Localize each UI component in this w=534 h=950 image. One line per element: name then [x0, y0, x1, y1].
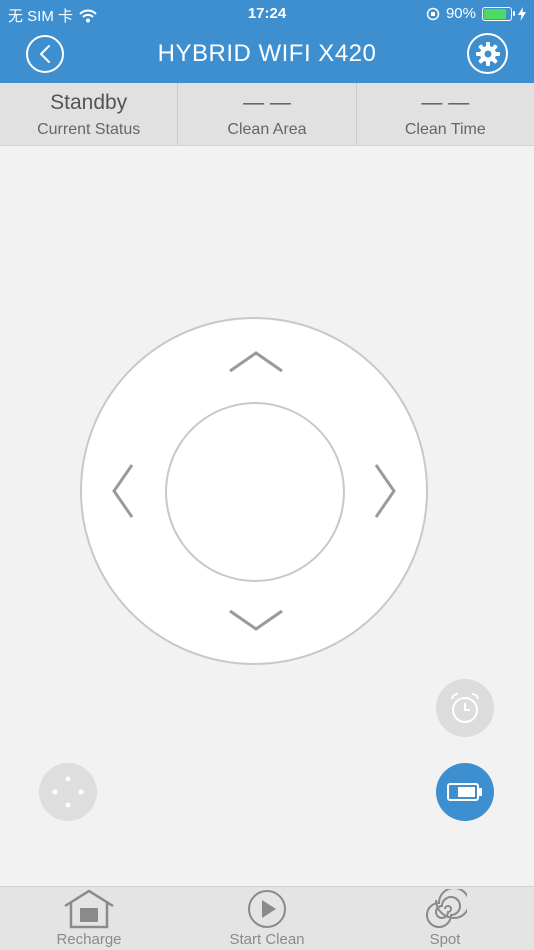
spiral-icon [426, 889, 467, 928]
gear-icon [475, 41, 500, 66]
orientation-lock-icon [426, 7, 440, 20]
status-panel: Standby Current Status — — Clean Area — … [0, 83, 534, 146]
home-dock-icon [64, 889, 114, 929]
current-status-cell: Standby Current Status [0, 83, 179, 145]
direction-pad [80, 317, 428, 665]
four-dots-icon [52, 776, 84, 808]
tab-start-clean[interactable]: Start Clean [178, 887, 356, 950]
battery-percent: 90% [445, 5, 476, 22]
clean-area-cell: — — Clean Area [178, 83, 357, 145]
battery-status-button[interactable] [436, 763, 494, 821]
battery-icon [447, 783, 482, 801]
clean-time-label: Clean Time [404, 121, 486, 138]
arrow-left-icon[interactable] [110, 463, 136, 519]
tab-recharge-label: Recharge [56, 931, 122, 948]
battery-icon [482, 6, 515, 21]
dpad-center-button[interactable] [165, 402, 345, 582]
status-bar: 无 SIM 卡 17:24 90% [0, 0, 534, 28]
clean-time-value: — — [421, 91, 470, 114]
cleaning-mode-button[interactable] [39, 763, 97, 821]
tab-spot-label: Spot [429, 931, 461, 948]
tab-recharge[interactable]: Recharge [0, 887, 178, 950]
tab-start-clean-label: Start Clean [229, 931, 305, 948]
schedule-button[interactable] [436, 679, 494, 737]
current-status-value: Standby [50, 91, 128, 114]
charging-bolt-icon [518, 6, 526, 21]
alarm-clock-icon [451, 692, 479, 723]
settings-button[interactable] [467, 33, 508, 74]
clean-time-cell: — — Clean Time [357, 83, 534, 145]
bottom-tab-bar: Recharge Start Clean Spot [0, 886, 534, 950]
page-title: HYBRID WIFI X420 [157, 40, 377, 67]
clean-area-label: Clean Area [227, 121, 307, 138]
current-status-label: Current Status [37, 121, 141, 138]
arrow-right-icon[interactable] [372, 463, 398, 519]
clean-area-value: — — [243, 91, 291, 114]
app-header: 无 SIM 卡 17:24 90% HYBRID WIFI X420 [0, 0, 534, 83]
arrow-down-icon[interactable] [228, 607, 284, 633]
arrow-up-icon[interactable] [228, 349, 284, 375]
tab-spot[interactable]: Spot [356, 887, 534, 950]
play-icon [248, 890, 286, 928]
